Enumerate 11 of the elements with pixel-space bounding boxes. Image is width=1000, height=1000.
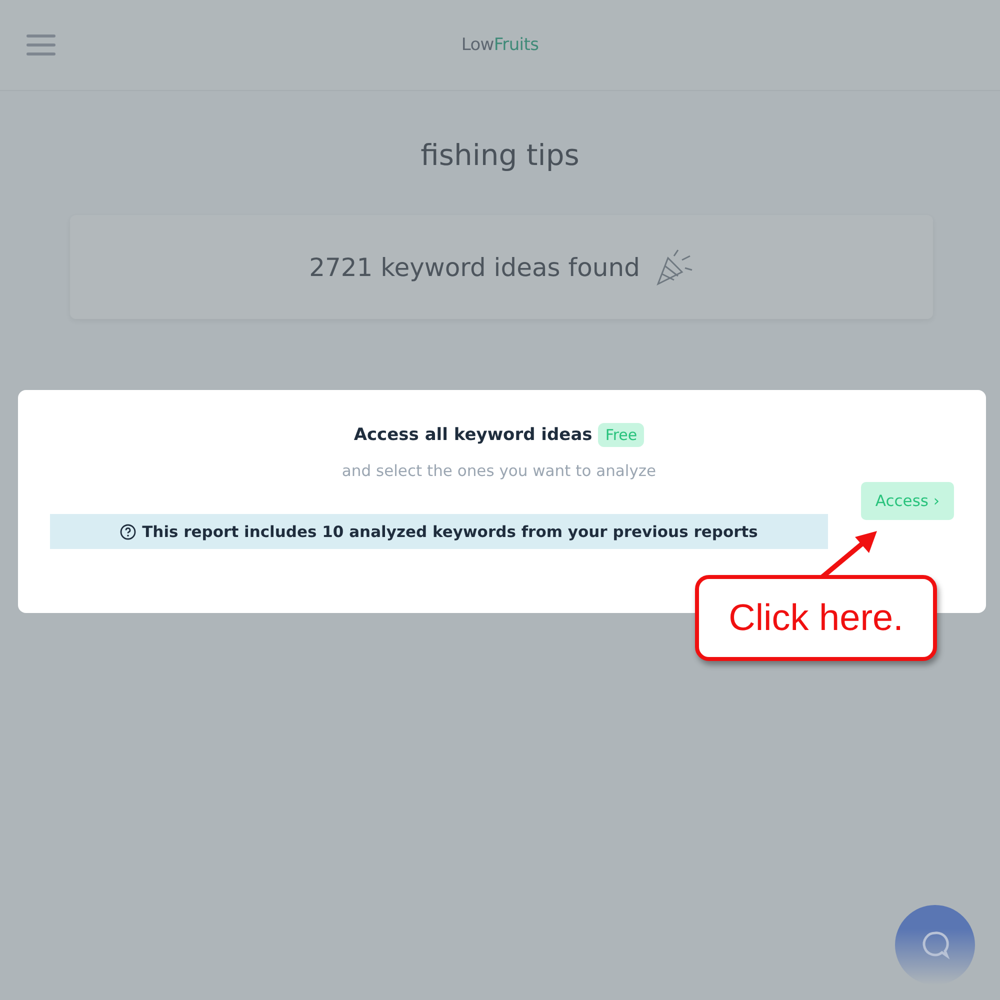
menu-icon[interactable] bbox=[26, 33, 56, 57]
access-button[interactable]: Access › bbox=[861, 482, 954, 520]
dialog-title: Access all keyword ideas bbox=[354, 425, 592, 445]
info-text: This report includes 10 analyzed keywords from your previous reports bbox=[142, 522, 758, 540]
page-title: fishing tips bbox=[420, 137, 580, 174]
result-count: 2721 keyword ideas found bbox=[309, 252, 640, 282]
free-badge: Free bbox=[598, 423, 644, 447]
help-icon bbox=[120, 524, 136, 540]
logo[interactable]: LowFruits bbox=[461, 35, 539, 55]
dialog-subtitle: and select the ones you want to analyze bbox=[340, 462, 656, 480]
callout-text: Click here. bbox=[728, 597, 904, 639]
